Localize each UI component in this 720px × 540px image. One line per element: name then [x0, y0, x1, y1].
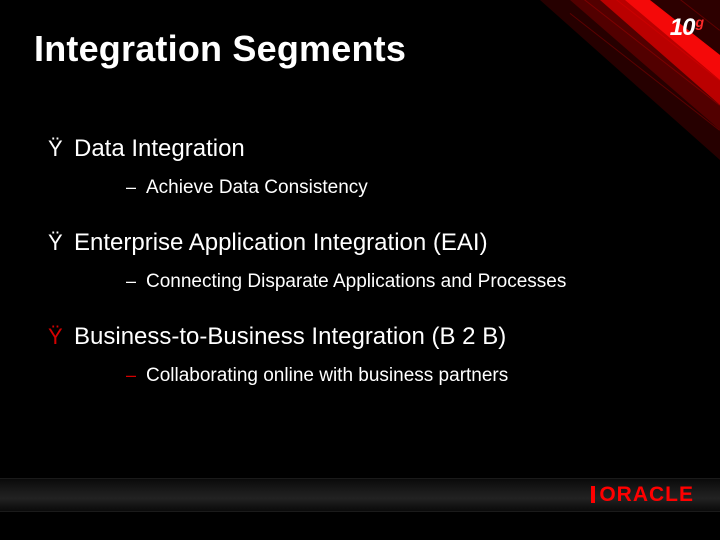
sub-bullet-item: – Connecting Disparate Applications and … — [126, 271, 680, 293]
ten-g-g: g — [695, 14, 703, 30]
sub-bullet-marker: – — [126, 177, 146, 198]
sub-bullet-text: Collaborating online with business partn… — [146, 365, 508, 387]
bullet-text: Business-to-Business Integration (B 2 B) — [74, 323, 506, 351]
bullet-item: Ÿ Enterprise Application Integration (EA… — [48, 229, 680, 257]
bullet-marker: Ÿ — [48, 324, 74, 350]
sub-bullet-marker: – — [126, 365, 146, 386]
ten-g-ten: 10 — [670, 14, 695, 41]
oracle-logo: ORACLE — [591, 483, 694, 507]
page-title: Integration Segments — [34, 28, 406, 70]
content-area: Ÿ Data Integration – Achieve Data Consis… — [48, 135, 680, 460]
bullet-item: Ÿ Business-to-Business Integration (B 2 … — [48, 323, 680, 351]
bullet-item: Ÿ Data Integration — [48, 135, 680, 163]
bullet-marker: Ÿ — [48, 230, 74, 256]
sub-bullet-text: Connecting Disparate Applications and Pr… — [146, 271, 566, 293]
slide: 10g Integration Segments Ÿ Data Integrat… — [0, 0, 720, 540]
bullet-text: Enterprise Application Integration (EAI) — [74, 229, 488, 257]
sub-bullet-item: – Collaborating online with business par… — [126, 365, 680, 387]
oracle-logo-text: ORACLE — [599, 483, 694, 506]
sub-bullet-text: Achieve Data Consistency — [146, 177, 368, 199]
bullet-marker: Ÿ — [48, 136, 74, 162]
bullet-text: Data Integration — [74, 135, 245, 163]
ten-g-logo: 10g — [670, 14, 702, 42]
sub-bullet-marker: – — [126, 271, 146, 292]
sub-bullet-item: – Achieve Data Consistency — [126, 177, 680, 199]
oracle-logo-bar-icon — [591, 486, 595, 503]
